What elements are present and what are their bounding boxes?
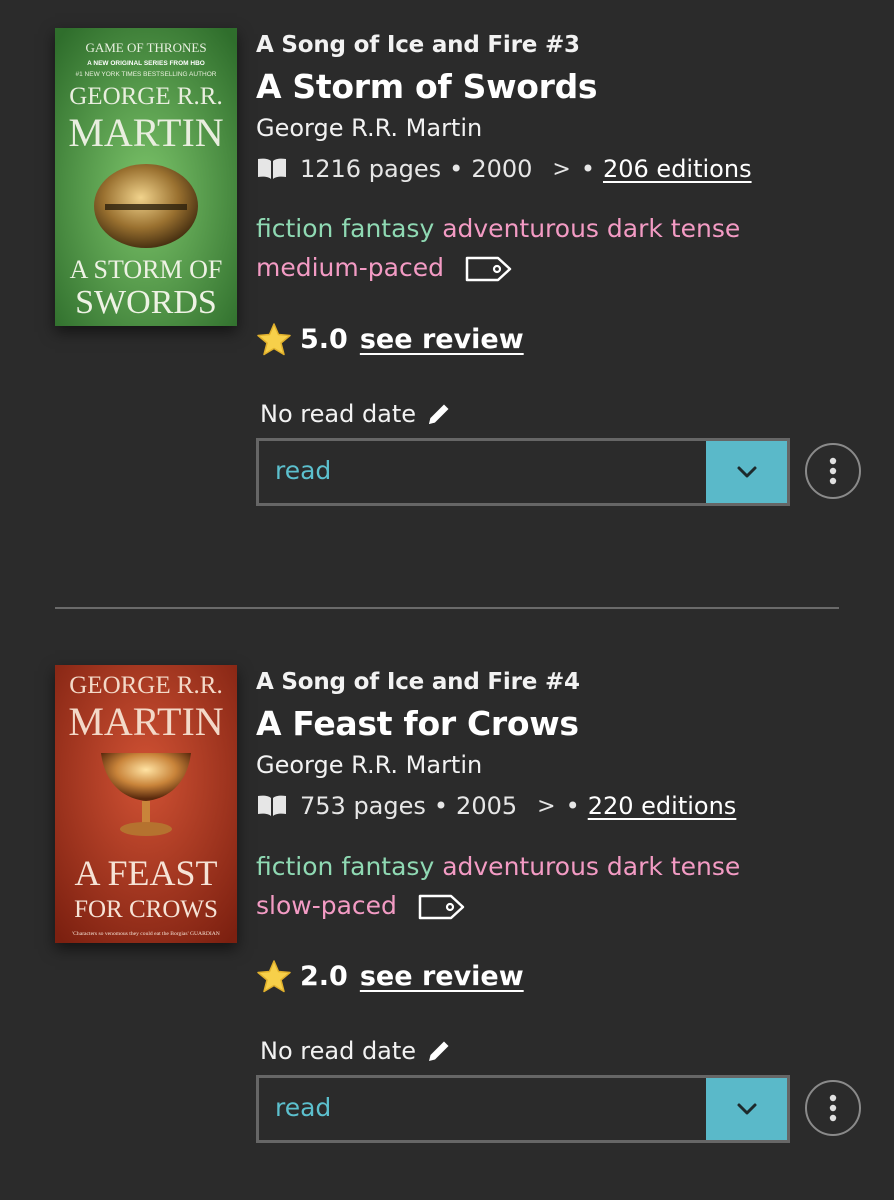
status-value: read bbox=[275, 1093, 332, 1122]
chevron-down-icon bbox=[737, 466, 756, 478]
rating-value: 5.0 bbox=[300, 323, 348, 355]
more-options-button[interactable] bbox=[805, 443, 861, 499]
cover-author-bottom: MARTIN bbox=[68, 110, 223, 155]
pencil-icon[interactable] bbox=[426, 1038, 452, 1064]
star-icon bbox=[257, 960, 291, 993]
book-author[interactable]: George R.R. Martin bbox=[256, 751, 482, 779]
cover-title-top: A FEAST bbox=[74, 853, 217, 893]
book-author[interactable]: George R.R. Martin bbox=[256, 114, 482, 142]
chevron-right-icon[interactable]: > bbox=[537, 794, 555, 819]
separator-dot: • bbox=[449, 155, 464, 183]
series-label[interactable]: A Song of Ice and Fire #4 bbox=[256, 669, 580, 695]
chevron-down-icon bbox=[737, 1103, 756, 1115]
book-meta: 1216 pages • 2000 > • 206 editions bbox=[256, 155, 752, 183]
editions-link[interactable]: 206 editions bbox=[603, 155, 752, 183]
book-title[interactable]: A Storm of Swords bbox=[256, 67, 598, 106]
cover-art: GAME OF THRONES A NEW ORIGINAL SERIES FR… bbox=[55, 28, 237, 326]
open-book-icon bbox=[258, 158, 286, 179]
page-count: 753 pages bbox=[300, 792, 426, 820]
separator-dot: • bbox=[433, 792, 449, 820]
rating-value: 2.0 bbox=[300, 960, 348, 992]
read-date-label: No read date bbox=[260, 400, 417, 428]
book-meta: 753 pages • 2005 > • 220 editions bbox=[256, 792, 736, 820]
book-title[interactable]: A Feast for Crows bbox=[256, 704, 579, 743]
status-dropdown-button[interactable] bbox=[706, 1078, 787, 1140]
rating-row: 2.0 see review bbox=[256, 959, 524, 993]
series-label[interactable]: A Song of Ice and Fire #3 bbox=[256, 32, 580, 58]
read-date: No read date bbox=[260, 400, 452, 428]
mood-tags[interactable]: adventurous dark tense bbox=[442, 214, 740, 243]
pencil-icon[interactable] bbox=[426, 401, 452, 427]
cover-art: GEORGE R.R. MARTIN A FEAST FOR CROWS 'Ch… bbox=[55, 665, 237, 943]
editions-link[interactable]: 220 editions bbox=[588, 792, 737, 820]
publish-year: 2000 bbox=[471, 155, 533, 183]
cover-series: GAME OF THRONES bbox=[85, 40, 206, 55]
read-date-label: No read date bbox=[260, 1037, 417, 1065]
see-review-link[interactable]: see review bbox=[360, 961, 524, 992]
cover-tagline: A NEW ORIGINAL SERIES FROM HBO bbox=[87, 60, 205, 67]
book-cover[interactable]: GEORGE R.R. MARTIN A FEAST FOR CROWS 'Ch… bbox=[55, 665, 237, 943]
separator-dot: • bbox=[580, 155, 595, 183]
status-select[interactable]: read bbox=[256, 438, 790, 506]
cover-title-bottom: FOR CROWS bbox=[74, 896, 218, 923]
see-review-link[interactable]: see review bbox=[360, 324, 524, 355]
genre-tags[interactable]: fiction fantasy bbox=[256, 852, 434, 881]
tag-list: fiction fantasy adventurous dark tense s… bbox=[256, 847, 836, 925]
cover-title-top: A STORM OF bbox=[70, 255, 223, 284]
rating-row: 5.0 see review bbox=[256, 322, 524, 356]
tag-icon[interactable] bbox=[464, 254, 514, 284]
cover-author-top: GEORGE R.R. bbox=[69, 672, 222, 699]
divider bbox=[55, 607, 839, 609]
cover-title-bottom: SWORDS bbox=[75, 284, 217, 321]
more-options-button[interactable] bbox=[805, 1080, 861, 1136]
status-dropdown-button[interactable] bbox=[706, 441, 787, 503]
mood-tags[interactable]: adventurous dark tense bbox=[442, 852, 740, 881]
read-date: No read date bbox=[260, 1037, 452, 1065]
cover-author-bottom: MARTIN bbox=[68, 699, 223, 744]
pace-tag[interactable]: medium-paced bbox=[256, 253, 444, 282]
separator-dot: • bbox=[565, 792, 580, 820]
cover-bestseller: #1 NEW YORK TIMES BESTSELLING AUTHOR bbox=[76, 71, 217, 78]
tag-list: fiction fantasy adventurous dark tense m… bbox=[256, 209, 836, 287]
pace-tag[interactable]: slow-paced bbox=[256, 891, 397, 920]
kebab-menu-icon bbox=[829, 1094, 837, 1122]
tag-icon[interactable] bbox=[417, 892, 467, 922]
cover-quote: 'Characters so venomous they could eat t… bbox=[72, 931, 220, 937]
page-count: 1216 pages bbox=[300, 155, 442, 183]
chevron-right-icon[interactable]: > bbox=[552, 157, 570, 182]
publish-year: 2005 bbox=[456, 792, 518, 820]
cover-author-top: GEORGE R.R. bbox=[69, 83, 222, 110]
book-cover[interactable]: GAME OF THRONES A NEW ORIGINAL SERIES FR… bbox=[55, 28, 237, 326]
kebab-menu-icon bbox=[829, 457, 837, 485]
status-select[interactable]: read bbox=[256, 1075, 790, 1143]
open-book-icon bbox=[258, 795, 286, 816]
star-icon bbox=[257, 323, 291, 356]
genre-tags[interactable]: fiction fantasy bbox=[256, 214, 434, 243]
status-value: read bbox=[275, 456, 332, 485]
